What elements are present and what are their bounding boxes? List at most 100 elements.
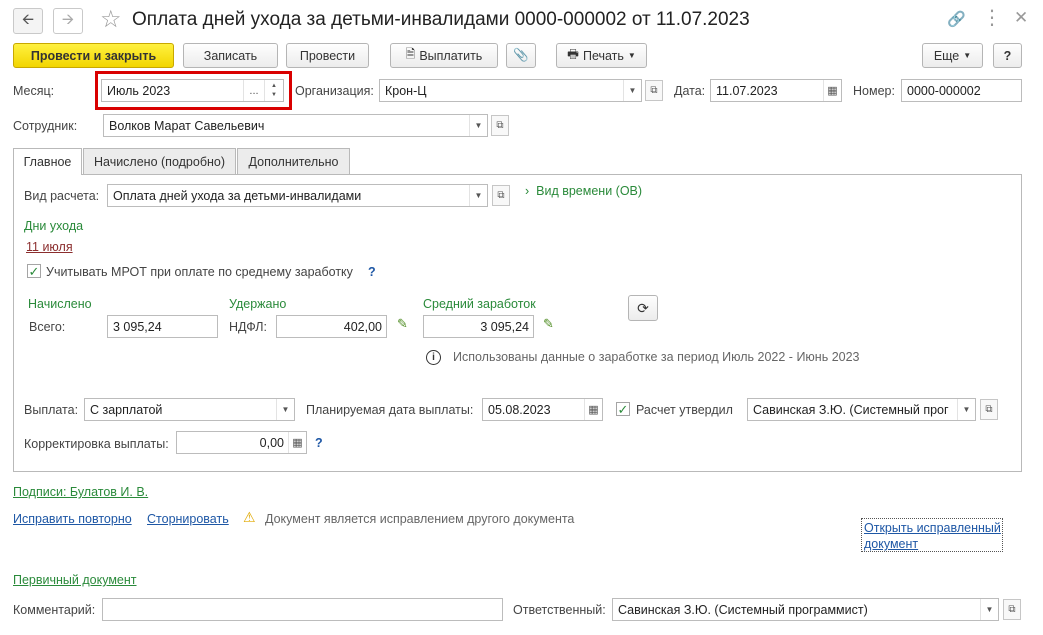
correction-help-icon[interactable]: ? (315, 436, 323, 450)
close-icon[interactable]: ✕ (1014, 8, 1028, 28)
date-field[interactable]: 11.07.2023 ▦ (710, 79, 842, 102)
more-button[interactable]: Еще ▼ (922, 43, 983, 68)
planned-date-field[interactable]: 05.08.2023 ▦ (482, 398, 603, 421)
chevron-down-icon[interactable]: ▼ (469, 185, 487, 206)
responsible-label: Ответственный: (513, 603, 606, 617)
favorite-star-icon[interactable]: ☆ (100, 5, 122, 34)
pencil-icon[interactable]: ✎ (543, 316, 554, 332)
open-fixed-document-link[interactable]: Открыть исправленный документ (861, 518, 1003, 552)
checkmark-icon: ✓ (617, 401, 629, 417)
mrot-checkbox[interactable]: ✓ (27, 264, 41, 278)
chevron-right-icon: › (525, 184, 530, 198)
number-field[interactable]: 0000-000002 (901, 79, 1022, 102)
open-employee-button[interactable]: ⧉ (491, 115, 509, 136)
pay-button-label: Выплатить (419, 48, 483, 63)
ndfl-label: НДФЛ: (229, 320, 267, 334)
attach-button[interactable]: 📎 (506, 43, 536, 68)
primary-document-link[interactable]: Первичный документ (13, 573, 137, 587)
mrot-help-icon[interactable]: ? (368, 265, 376, 279)
comment-field[interactable] (102, 598, 503, 621)
open-calc-type-button[interactable]: ⧉ (492, 185, 510, 206)
payout-field[interactable]: С зарплатой ▼ (84, 398, 295, 421)
warning-text: Документ является исправлением другого д… (265, 512, 575, 526)
refresh-icon: ⟳ (637, 299, 649, 316)
month-label: Месяц: (13, 84, 55, 98)
chevron-down-icon[interactable]: ▼ (957, 399, 975, 420)
chevron-down-icon[interactable]: ▼ (623, 80, 641, 101)
responsible-field[interactable]: Савинская З.Ю. (Системный программист) ▼ (612, 598, 999, 621)
pay-button[interactable]: 🗎 Выплатить (390, 43, 498, 68)
ndfl-field[interactable]: 402,00 (276, 315, 387, 338)
total-field[interactable]: 3 095,24 (107, 315, 218, 338)
calc-type-value: Оплата дней ухода за детьми-инвалидами (113, 188, 362, 203)
ndfl-value: 402,00 (343, 319, 382, 334)
link-icon[interactable]: 🔗 (947, 10, 966, 28)
document-icon: 🗎 (405, 47, 416, 61)
time-type-link: Вид времени (ОВ) (536, 184, 643, 198)
chevron-down-icon: ▼ (627, 51, 636, 60)
post-and-close-button[interactable]: Провести и закрыть (13, 43, 174, 68)
arrow-left-icon: 🡨 (21, 10, 35, 28)
approved-field[interactable]: Савинская З.Ю. (Системный прог ▼ (747, 398, 976, 421)
fix-again-link[interactable]: Исправить повторно (13, 512, 132, 526)
approved-value: Савинская З.Ю. (Системный прог (753, 402, 949, 417)
chevron-down-icon[interactable]: ▼ (980, 599, 998, 620)
calendar-icon[interactable]: ▦ (823, 80, 841, 101)
menu-dots-icon[interactable]: ⋮ (982, 5, 1002, 30)
correction-value: 0,00 (259, 435, 284, 450)
average-earnings-value: 3 095,24 (480, 319, 529, 334)
window-title: Оплата дней ухода за детьми-инвалидами 0… (132, 9, 750, 30)
info-icon: i (426, 350, 441, 365)
approved-checkbox[interactable]: ✓ (616, 402, 630, 416)
comment-label: Комментарий: (13, 603, 96, 617)
chevron-down-icon[interactable]: ▼ (276, 399, 294, 420)
withheld-title: Удержано (229, 297, 287, 311)
calendar-icon[interactable]: ▦ (584, 399, 602, 420)
responsible-value: Савинская З.Ю. (Системный программист) (618, 602, 868, 617)
payout-label: Выплата: (24, 403, 79, 417)
help-button[interactable]: ? (993, 43, 1022, 68)
paperclip-icon: 📎 (513, 48, 529, 62)
refresh-button[interactable]: ⟳ (628, 295, 658, 321)
employee-field[interactable]: Волков Марат Савельевич ▼ (103, 114, 488, 137)
chevron-down-icon[interactable]: ▼ (469, 115, 487, 136)
planned-date-label: Планируемая дата выплаты: (306, 403, 474, 417)
forward-button[interactable]: 🡪 (53, 8, 83, 34)
organization-value: Крон-Ц (385, 83, 427, 98)
print-button[interactable]: 🖶 Печать ▼ (556, 43, 647, 68)
pencil-icon[interactable]: ✎ (397, 316, 408, 332)
time-type-toggle[interactable]: › Вид времени (ОВ) (525, 184, 642, 198)
total-label: Всего: (29, 320, 66, 334)
tab-accrued-detailed[interactable]: Начислено (подробно) (83, 148, 236, 174)
warning-icon: ⚠ (243, 509, 256, 525)
average-earnings-field[interactable]: 3 095,24 (423, 315, 534, 338)
open-responsible-button[interactable]: ⧉ (1003, 599, 1021, 620)
highlight-frame (95, 71, 292, 110)
correction-field[interactable]: 0,00 ▦ (176, 431, 307, 454)
planned-date-value: 05.08.2023 (488, 402, 551, 417)
care-days-link[interactable]: 11 июля (26, 240, 73, 254)
signatures-link[interactable]: Подписи: Булатов И. В. (13, 485, 148, 499)
mrot-label: Учитывать МРОТ при оплате по среднему за… (46, 265, 353, 279)
number-label: Номер: (853, 84, 895, 98)
open-approver-button[interactable]: ⧉ (980, 399, 998, 420)
organization-label: Организация: (295, 84, 374, 98)
accrued-title: Начислено (28, 297, 92, 311)
print-button-label: Печать (582, 48, 624, 63)
open-organization-button[interactable]: ⧉ (645, 80, 663, 101)
post-button[interactable]: Провести (286, 43, 369, 68)
chevron-down-icon: ▼ (963, 51, 972, 60)
average-earnings-title: Средний заработок (423, 297, 536, 311)
calculator-icon[interactable]: ▦ (288, 432, 306, 453)
tab-additional[interactable]: Дополнительно (237, 148, 350, 174)
date-value: 11.07.2023 (716, 83, 778, 98)
info-text: Использованы данные о заработке за перио… (453, 350, 860, 364)
save-button[interactable]: Записать (183, 43, 278, 68)
calc-type-label: Вид расчета: (24, 189, 100, 203)
calc-type-field[interactable]: Оплата дней ухода за детьми-инвалидами ▼ (107, 184, 488, 207)
care-days-title: Дни ухода (24, 219, 84, 233)
reverse-link[interactable]: Сторнировать (147, 512, 229, 526)
organization-field[interactable]: Крон-Ц ▼ (379, 79, 642, 102)
back-button[interactable]: 🡨 (13, 8, 43, 34)
tab-main[interactable]: Главное (13, 148, 82, 175)
